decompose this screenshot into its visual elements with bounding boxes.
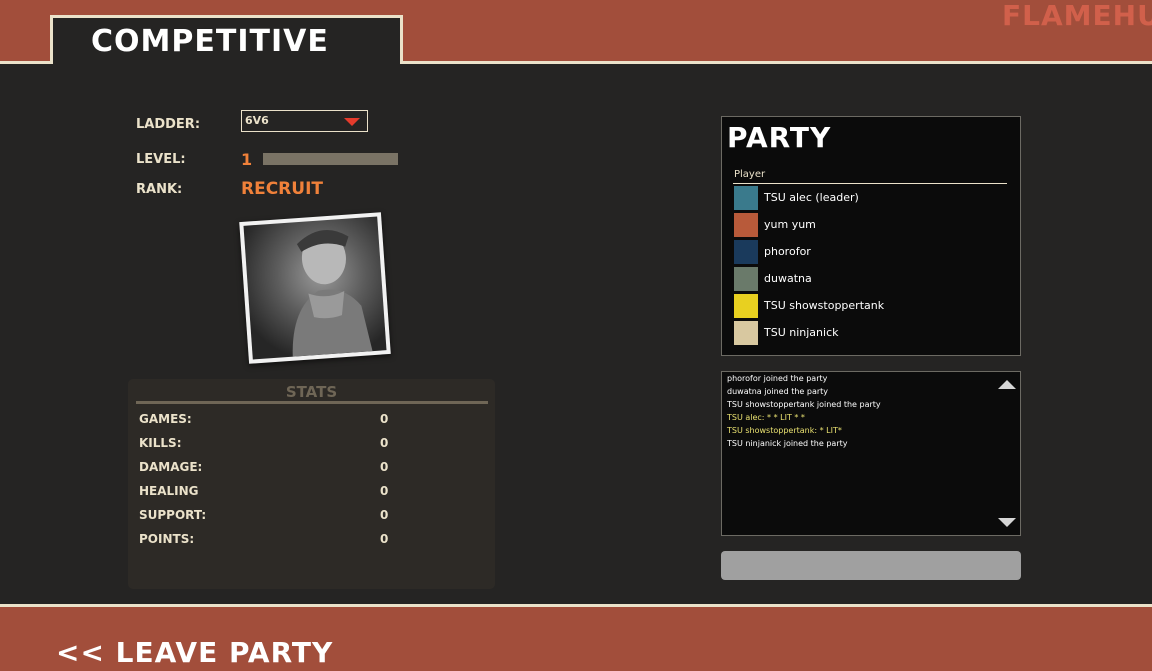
scroll-up-icon[interactable] <box>998 380 1016 389</box>
stat-row-games: GAMES: 0 <box>139 412 469 428</box>
player-name: TSU ninjanick <box>764 326 839 339</box>
character-silhouette-icon <box>292 230 373 357</box>
level-label: LEVEL: <box>136 152 186 167</box>
stat-value: 0 <box>380 532 389 546</box>
chat-message: TSU showstoppertank: * LIT* <box>727 426 842 435</box>
stat-row-healing: HEALING 0 <box>139 484 469 500</box>
level-progress-bar <box>263 153 398 165</box>
player-name: phorofor <box>764 245 811 258</box>
stat-value: 0 <box>380 436 389 450</box>
stat-label: HEALING <box>139 484 199 498</box>
player-name: TSU showstoppertank <box>764 299 885 312</box>
player-name: yum yum <box>764 218 816 231</box>
stat-label: SUPPORT: <box>139 508 207 522</box>
stat-value: 0 <box>380 460 389 474</box>
stat-row-points: POINTS: 0 <box>139 532 469 548</box>
chat-message: phorofor joined the party <box>727 374 828 383</box>
chat-log[interactable]: phorofor joined the party duwatna joined… <box>721 371 1021 536</box>
player-name: TSU alec (leader) <box>764 191 859 204</box>
character-image <box>243 216 387 360</box>
stat-value: 0 <box>380 508 389 522</box>
player-header-divider <box>733 183 1007 184</box>
stat-value: 0 <box>380 484 389 498</box>
player-row[interactable]: TSU showstoppertank <box>734 294 1004 318</box>
stats-divider <box>136 401 488 404</box>
player-column-header[interactable]: Player <box>734 169 765 180</box>
stats-title: STATS <box>285 383 338 401</box>
avatar <box>734 267 758 291</box>
stat-row-kills: KILLS: 0 <box>139 436 469 452</box>
ladder-selected-value: 6V6 <box>245 114 269 127</box>
leave-party-button[interactable]: << LEAVE PARTY <box>56 636 333 669</box>
party-title: PARTY <box>727 121 832 154</box>
ladder-label: LADDER: <box>136 117 201 132</box>
party-panel: PARTY Player TSU alec (leader) yum yum p… <box>721 116 1021 356</box>
rank-label: RANK: <box>136 182 183 197</box>
stats-panel: STATS GAMES: 0 KILLS: 0 DAMAGE: 0 HEALIN… <box>128 379 495 589</box>
brand-logo: FLAMEHU <box>1002 0 1152 32</box>
chat-message: TSU ninjanick joined the party <box>727 439 848 448</box>
stat-row-support: SUPPORT: 0 <box>139 508 469 524</box>
avatar <box>734 213 758 237</box>
stat-label: GAMES: <box>139 412 192 426</box>
scroll-down-icon[interactable] <box>998 518 1016 527</box>
stat-label: DAMAGE: <box>139 460 203 474</box>
stat-value: 0 <box>380 412 389 426</box>
player-row[interactable]: TSU alec (leader) <box>734 186 1004 210</box>
avatar <box>734 240 758 264</box>
stat-label: POINTS: <box>139 532 195 546</box>
ladder-dropdown[interactable]: 6V6 <box>241 110 368 132</box>
dropdown-arrow-icon <box>344 118 360 126</box>
title-tab: COMPETITIVE <box>50 15 403 64</box>
chat-message: duwatna joined the party <box>727 387 829 396</box>
avatar <box>734 186 758 210</box>
stat-row-damage: DAMAGE: 0 <box>139 460 469 476</box>
avatar <box>734 294 758 318</box>
player-name: duwatna <box>764 272 812 285</box>
player-row[interactable]: TSU ninjanick <box>734 321 1004 345</box>
chat-message: TSU showstoppertank joined the party <box>727 400 881 409</box>
stat-label: KILLS: <box>139 436 182 450</box>
avatar <box>734 321 758 345</box>
rank-portrait <box>239 212 391 364</box>
page-title: COMPETITIVE <box>91 24 329 59</box>
level-value: 1 <box>241 150 253 169</box>
chat-input[interactable] <box>721 551 1021 580</box>
rank-value: RECRUIT <box>241 179 323 199</box>
chat-message: TSU alec: * * LIT * * <box>727 413 805 422</box>
player-row[interactable]: duwatna <box>734 267 1004 291</box>
player-row[interactable]: yum yum <box>734 213 1004 237</box>
player-row[interactable]: phorofor <box>734 240 1004 264</box>
